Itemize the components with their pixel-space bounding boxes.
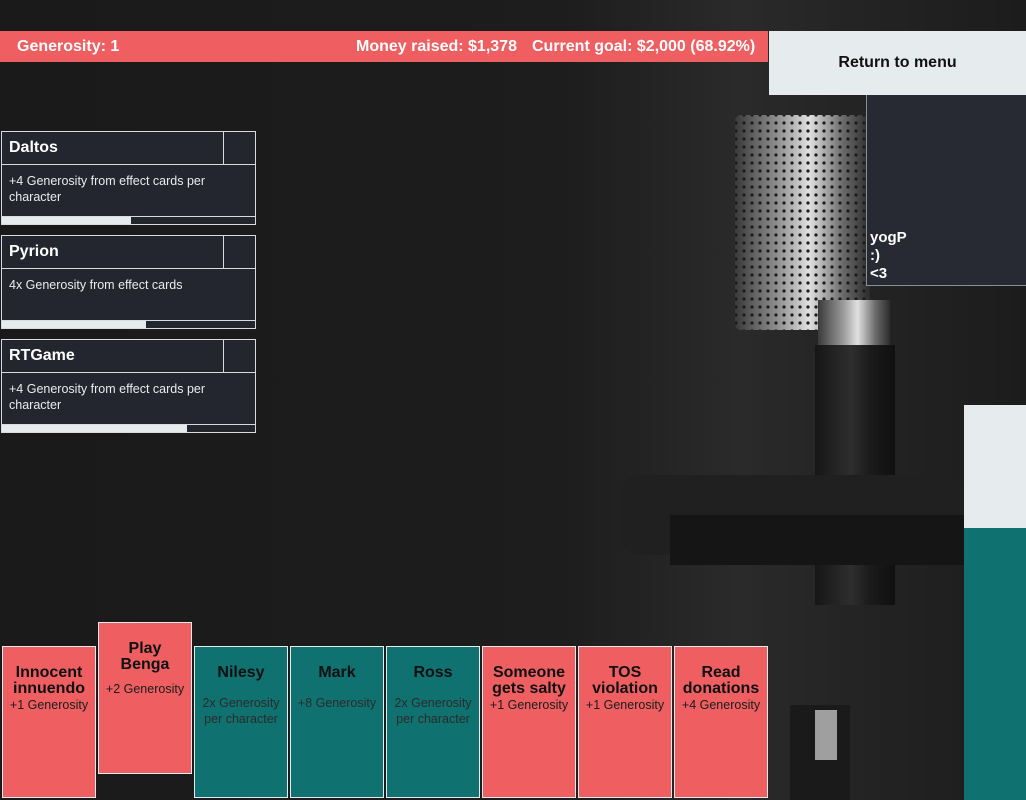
character-name: RTGame [9,347,75,364]
money-raised: Money raised: $1,378 [356,38,517,55]
character-slot[interactable] [224,132,255,165]
character-slot[interactable] [224,236,255,269]
character-progress-bar [2,216,255,224]
card-title: Nilesy [217,664,265,681]
character-ability: +4 Generosity from effect cards per char… [9,382,206,412]
card-title: Read donations [682,664,760,697]
chat-panel: yogP :) <3 [866,95,1026,286]
character-progress-bar [2,424,255,432]
character-progress-fill [2,425,187,432]
card-title: Play Benga [120,640,170,673]
stats-bar: Generosity: 1 Money raised: $1,378 Curre… [0,31,768,62]
generosity-counter: Generosity: 1 [17,38,120,55]
character-name: Pyrion [9,243,59,260]
goal-meter-fill [964,527,1026,800]
character-header: Pyrion [2,236,224,269]
character-card-rtgame[interactable]: RTGame +4 Generosity from effect cards p… [1,339,256,433]
card-effect: +4 Generosity [681,698,761,712]
card-mark[interactable]: Mark +8 Generosity [290,646,384,798]
card-effect: 2x Generosity per character [394,696,472,726]
card-effect: +2 Generosity [105,682,185,696]
card-title: Ross [413,664,453,681]
card-tos-violation[interactable]: TOS violation +1 Generosity [578,646,672,798]
card-title: Mark [318,664,356,681]
character-ability: 4x Generosity from effect cards [9,278,183,292]
card-ross[interactable]: Ross 2x Generosity per character [386,646,480,798]
chat-line: yogP [870,229,907,246]
card-someone-gets-salty[interactable]: Someone gets salty +1 Generosity [482,646,576,798]
card-read-donations[interactable]: Read donations +4 Generosity [674,646,768,798]
return-to-menu-button[interactable]: Return to menu [769,31,1026,95]
chat-messages: yogP :) <3 [870,229,907,283]
character-progress-fill [2,321,147,328]
card-title: Innocent innuendo [13,664,85,697]
card-effect: +1 Generosity [9,698,89,712]
goal-meter [964,405,1026,800]
card-title: Someone gets salty [492,664,566,697]
card-effect: 2x Generosity per character [202,696,280,726]
character-name: Daltos [9,139,58,156]
card-effect: +8 Generosity [297,696,377,710]
character-ability: +4 Generosity from effect cards per char… [9,174,206,204]
chat-line: :) [870,247,880,264]
character-card-pyrion[interactable]: Pyrion 4x Generosity from effect cards [1,235,256,329]
current-goal: Current goal: $2,000 (68.92%) [532,38,756,55]
character-header: RTGame [2,340,224,373]
card-title: TOS violation [592,664,658,697]
card-effect: +1 Generosity [585,698,665,712]
card-nilesy[interactable]: Nilesy 2x Generosity per character [194,646,288,798]
character-header: Daltos [2,132,224,165]
card-play-benga[interactable]: Play Benga +2 Generosity [98,622,192,774]
character-progress-bar [2,320,255,328]
card-effect: +1 Generosity [489,698,569,712]
character-slot[interactable] [224,340,255,373]
chat-line: <3 [870,265,888,282]
character-progress-fill [2,217,132,224]
character-card-daltos[interactable]: Daltos +4 Generosity from effect cards p… [1,131,256,225]
card-innocent-innuendo[interactable]: Innocent innuendo +1 Generosity [2,646,96,798]
